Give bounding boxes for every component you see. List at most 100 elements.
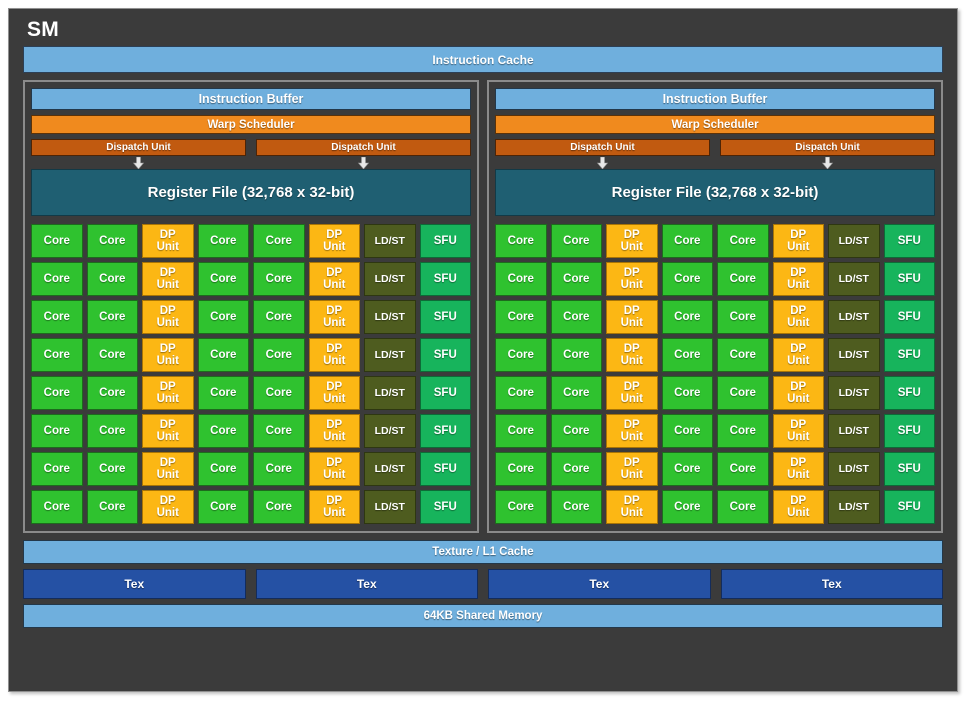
core-unit: Core — [550, 300, 602, 334]
dp-unit-line1: DP — [790, 343, 807, 355]
sfu-unit: SFU — [419, 224, 471, 258]
dp-unit-line1: DP — [623, 267, 640, 279]
processing-block-right: Instruction Buffer Warp Scheduler Dispat… — [487, 80, 943, 533]
tex-unit: Tex — [255, 569, 478, 599]
ldst-unit: LD/ST — [828, 376, 880, 410]
dp-unit-line2: Unit — [787, 469, 810, 481]
core-unit: Core — [495, 414, 547, 448]
core-unit: Core — [253, 300, 305, 334]
dp-unit: DP Unit — [772, 452, 824, 486]
register-file-right: Register File (32,768 x 32-bit) — [495, 169, 935, 216]
core-unit: Core — [86, 338, 138, 372]
dp-unit-line2: Unit — [156, 241, 179, 253]
ldst-unit: LD/ST — [364, 300, 416, 334]
sfu-unit: SFU — [419, 414, 471, 448]
dp-unit-line2: Unit — [323, 241, 346, 253]
dispatch-unit-cell: Dispatch Unit — [31, 139, 246, 169]
dp-unit-line1: DP — [159, 419, 176, 431]
dispatch-unit-row-right: Dispatch Unit Dispatch Unit — [495, 139, 935, 169]
dp-unit: DP Unit — [606, 414, 658, 448]
instruction-cache-block: Instruction Cache — [23, 46, 943, 73]
dp-unit-line1: DP — [623, 343, 640, 355]
core-unit: Core — [550, 452, 602, 486]
tex-unit: Tex — [488, 569, 711, 599]
warp-scheduler-right: Warp Scheduler — [495, 115, 935, 134]
dp-unit-line1: DP — [326, 343, 343, 355]
core-unit: Core — [31, 262, 83, 296]
arrow-down-icon — [357, 156, 370, 169]
execution-unit-grid-left: Core Core DP Unit Core Core DP Unit LD/ST SFU Core… — [31, 224, 471, 524]
dp-unit-line2: Unit — [620, 507, 643, 519]
sfu-unit: SFU — [419, 452, 471, 486]
processing-block-left: Instruction Buffer Warp Scheduler Dispat… — [23, 80, 479, 533]
core-unit: Core — [31, 376, 83, 410]
core-unit: Core — [495, 262, 547, 296]
dp-unit: DP Unit — [606, 224, 658, 258]
dp-unit-line1: DP — [623, 457, 640, 469]
dp-unit-line1: DP — [159, 381, 176, 393]
dp-unit-line1: DP — [790, 419, 807, 431]
core-unit: Core — [253, 338, 305, 372]
dp-unit-line2: Unit — [156, 279, 179, 291]
dp-unit-line1: DP — [790, 305, 807, 317]
core-unit: Core — [197, 376, 249, 410]
execution-unit-grid-right: Core Core DP Unit Core Core DP Unit LD/ST SFU Core… — [495, 224, 935, 524]
sm-title: SM — [27, 18, 60, 41]
dp-unit-line2: Unit — [156, 469, 179, 481]
dp-unit: DP Unit — [308, 338, 360, 372]
dp-unit: DP Unit — [142, 262, 194, 296]
dp-unit-line1: DP — [326, 457, 343, 469]
dp-unit-line2: Unit — [323, 469, 346, 481]
ldst-unit: LD/ST — [364, 262, 416, 296]
core-unit: Core — [495, 490, 547, 524]
dp-unit: DP Unit — [606, 452, 658, 486]
dp-unit-line1: DP — [623, 381, 640, 393]
dispatch-arrow-wrap — [31, 156, 246, 169]
core-unit: Core — [550, 338, 602, 372]
tex-unit: Tex — [720, 569, 943, 599]
sfu-unit: SFU — [883, 224, 935, 258]
dp-unit-line2: Unit — [787, 279, 810, 291]
dp-unit: DP Unit — [772, 300, 824, 334]
core-unit: Core — [197, 224, 249, 258]
core-unit: Core — [86, 224, 138, 258]
core-unit: Core — [717, 376, 769, 410]
dp-unit-line1: DP — [159, 343, 176, 355]
core-unit: Core — [253, 452, 305, 486]
dp-unit-line1: DP — [623, 229, 640, 241]
core-unit: Core — [31, 224, 83, 258]
dp-unit: DP Unit — [606, 338, 658, 372]
dp-unit-line2: Unit — [620, 241, 643, 253]
core-unit: Core — [495, 338, 547, 372]
dp-unit-line2: Unit — [787, 431, 810, 443]
dp-unit-line1: DP — [623, 419, 640, 431]
core-unit: Core — [550, 376, 602, 410]
core-unit: Core — [661, 414, 713, 448]
dp-unit-line2: Unit — [323, 317, 346, 329]
core-unit: Core — [197, 414, 249, 448]
dp-unit-line2: Unit — [323, 355, 346, 367]
dp-unit-line2: Unit — [156, 507, 179, 519]
dp-unit: DP Unit — [772, 338, 824, 372]
core-unit: Core — [197, 452, 249, 486]
dp-unit-line2: Unit — [787, 241, 810, 253]
core-unit: Core — [86, 262, 138, 296]
core-unit: Core — [495, 376, 547, 410]
dp-unit-line1: DP — [326, 419, 343, 431]
dp-unit-line1: DP — [159, 457, 176, 469]
core-unit: Core — [31, 300, 83, 334]
core-unit: Core — [253, 490, 305, 524]
dp-unit: DP Unit — [308, 300, 360, 334]
dispatch-unit-cell: Dispatch Unit — [720, 139, 935, 169]
ldst-unit: LD/ST — [364, 414, 416, 448]
dp-unit-line2: Unit — [620, 393, 643, 405]
dp-unit-line2: Unit — [787, 317, 810, 329]
dp-unit-line1: DP — [790, 495, 807, 507]
dispatch-unit-row-left: Dispatch Unit Dispatch Unit — [31, 139, 471, 169]
dispatch-unit-cell: Dispatch Unit — [256, 139, 471, 169]
dispatch-arrow-wrap — [495, 156, 710, 169]
ldst-unit: LD/ST — [828, 338, 880, 372]
dp-unit-line2: Unit — [156, 393, 179, 405]
sfu-unit: SFU — [883, 338, 935, 372]
ldst-unit: LD/ST — [828, 224, 880, 258]
